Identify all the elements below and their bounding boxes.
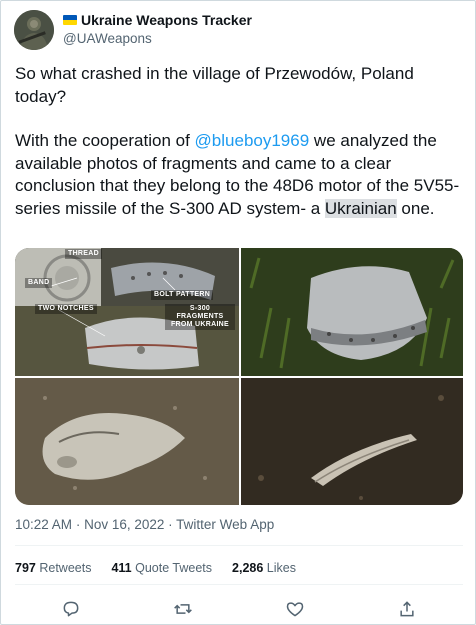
likes-count: 2,286 xyxy=(232,561,264,575)
retweets-label: Retweets xyxy=(39,561,92,575)
fragment-grass-image xyxy=(241,248,463,376)
divider xyxy=(15,584,463,585)
mention-link[interactable]: @blueboy1969 xyxy=(195,131,310,150)
like-icon xyxy=(286,602,304,617)
media-photo-fragment-gravel[interactable] xyxy=(15,378,239,505)
fragment-gravel-image xyxy=(15,378,239,505)
annotation-band: BAND xyxy=(25,278,53,288)
retweets-count: 797 xyxy=(15,561,36,575)
annotation-thread: THREAD xyxy=(65,249,102,259)
divider xyxy=(15,545,463,546)
share-button[interactable] xyxy=(394,598,420,620)
tweet-client[interactable]: Twitter Web App xyxy=(176,517,274,532)
likes-stat[interactable]: 2,286 Likes xyxy=(232,561,296,575)
tweet-text-segment: one. xyxy=(396,198,435,218)
reply-button[interactable] xyxy=(58,598,84,620)
avatar[interactable] xyxy=(14,10,54,50)
tweet-date[interactable]: Nov 16, 2022 xyxy=(84,517,164,532)
quote-tweets-count: 411 xyxy=(111,561,132,575)
annotation-fragments: S-300 FRAGMENTS FROM UKRAINE xyxy=(165,304,235,330)
tweet-text: So what crashed in the village of Przewo… xyxy=(15,63,465,242)
annotation-bolt-pattern: BOLT PATTERN xyxy=(151,290,214,300)
reply-icon xyxy=(63,601,79,617)
tweet-card: Ukraine Weapons Tracker @UAWeapons So wh… xyxy=(0,0,476,625)
retweets-stat[interactable]: 797 Retweets xyxy=(15,561,91,575)
share-icon xyxy=(400,601,414,617)
media-photo-fragment-asphalt[interactable] xyxy=(241,378,463,505)
tweet-paragraph-1: So what crashed in the village of Przewo… xyxy=(15,64,414,106)
media-photo-fragment-grass[interactable] xyxy=(241,248,463,376)
tweet-stats: 797 Retweets 411 Quote Tweets 2,286 Like… xyxy=(15,561,296,575)
action-bar xyxy=(15,597,463,621)
annotation-two-notches: TWO NOTCHES xyxy=(35,304,97,314)
tweet-time[interactable]: 10:22 AM xyxy=(15,517,72,532)
media-photo-annotated-collage[interactable]: THREAD BAND TWO NOTCHES BOLT PATTERN S-3… xyxy=(15,248,239,376)
likes-label: Likes xyxy=(266,561,296,575)
retweet-button[interactable] xyxy=(170,598,196,620)
tweet-text-segment: With the cooperation of xyxy=(15,131,195,150)
meta-separator: · xyxy=(75,517,81,532)
fragment-asphalt-image xyxy=(241,378,463,505)
quote-tweets-stat[interactable]: 411 Quote Tweets xyxy=(111,561,212,575)
media-grid: THREAD BAND TWO NOTCHES BOLT PATTERN S-3… xyxy=(15,248,463,505)
meta-separator: · xyxy=(168,517,173,532)
tweet-meta: 10:22 AM · Nov 16, 2022 · Twitter Web Ap… xyxy=(15,517,274,532)
highlighted-word: Ukrainian xyxy=(324,198,397,218)
author-display-name[interactable]: Ukraine Weapons Tracker xyxy=(81,12,252,28)
quote-tweets-label: Quote Tweets xyxy=(135,561,213,575)
author-handle[interactable]: @UAWeapons xyxy=(63,31,152,46)
author-name-row[interactable]: Ukraine Weapons Tracker xyxy=(63,12,252,28)
tweet-paragraph-2: With the cooperation of @blueboy1969 we … xyxy=(15,130,465,220)
like-button[interactable] xyxy=(282,598,308,620)
ukraine-flag-icon xyxy=(63,15,77,25)
retweet-icon xyxy=(174,604,192,614)
soldier-avatar-icon xyxy=(14,10,54,50)
